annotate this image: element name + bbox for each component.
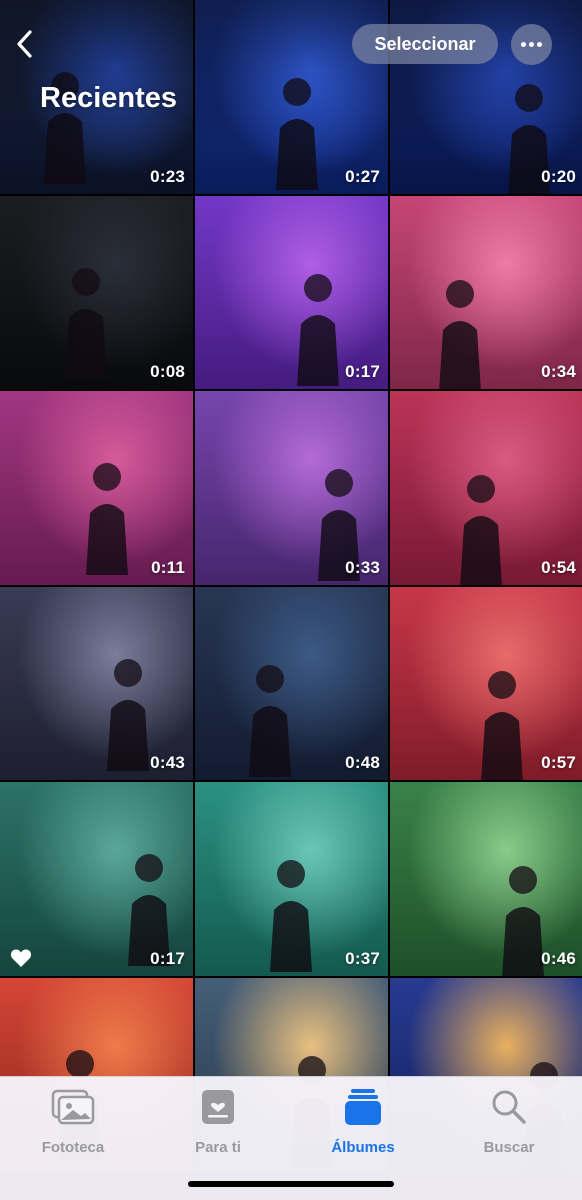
- photo-thumbnail[interactable]: 0:33: [195, 391, 388, 585]
- tab-label: Álbumes: [331, 1139, 395, 1156]
- performer-silhouette: [262, 70, 332, 194]
- tab-para-ti[interactable]: Para ti: [153, 1087, 283, 1157]
- video-duration: 0:20: [541, 166, 576, 186]
- video-duration: 0:57: [541, 753, 576, 772]
- tab-fototeca[interactable]: Fototeca: [8, 1087, 138, 1157]
- tab-label: Para ti: [195, 1139, 241, 1156]
- back-button[interactable]: [8, 24, 40, 64]
- photo-thumbnail[interactable]: 0:17: [195, 195, 388, 390]
- photo-thumbnail[interactable]: 0:34: [390, 195, 582, 389]
- tab-buscar[interactable]: Buscar: [444, 1087, 574, 1157]
- ellipsis-icon: [521, 42, 542, 47]
- video-duration: 0:33: [345, 557, 380, 577]
- video-duration: 0:17: [345, 362, 380, 381]
- video-duration: 0:37: [345, 948, 380, 968]
- more-button[interactable]: [511, 24, 552, 65]
- performer-silhouette: [283, 266, 353, 390]
- video-duration: 0:11: [151, 557, 185, 577]
- video-duration: 0:46: [541, 948, 576, 968]
- performer-silhouette: [446, 467, 516, 585]
- photo-library-icon: [50, 1087, 96, 1127]
- tab-label: Fototeca: [41, 1139, 105, 1156]
- photo-thumbnail[interactable]: 0:57: [390, 586, 582, 780]
- performer-silhouette: [256, 852, 326, 976]
- photo-thumbnail[interactable]: 0:46: [390, 782, 582, 976]
- heart-icon: [10, 948, 32, 968]
- performer-silhouette: [51, 260, 121, 385]
- video-duration: 0:17: [150, 948, 185, 968]
- photo-thumbnail[interactable]: 0:54: [390, 391, 582, 585]
- video-duration: 0:34: [541, 362, 576, 381]
- video-duration: 0:27: [345, 166, 380, 186]
- home-indicator: [188, 1181, 394, 1187]
- search-icon: [486, 1087, 532, 1127]
- video-duration: 0:48: [345, 753, 380, 772]
- photo-thumbnail[interactable]: 0:43: [0, 586, 193, 780]
- video-duration: 0:43: [150, 753, 185, 772]
- photo-thumbnail[interactable]: 0:11: [0, 391, 193, 585]
- chevron-left-icon: [17, 30, 32, 58]
- select-button[interactable]: Seleccionar: [352, 24, 498, 64]
- performer-silhouette: [425, 272, 495, 389]
- photo-grid: 0:23 0:27 0:20 0:08 0:17 0:34 0:11 0:33 0:54 0:43…: [0, 0, 582, 1200]
- photo-thumbnail[interactable]: 0:08: [0, 195, 193, 389]
- performer-silhouette: [467, 663, 537, 780]
- tab-albumes[interactable]: Álbumes: [298, 1087, 428, 1157]
- photo-thumbnail[interactable]: 0:17: [0, 782, 193, 976]
- page-title: Recientes: [40, 82, 178, 114]
- performer-silhouette: [235, 657, 305, 781]
- performer-silhouette: [72, 455, 142, 580]
- photo-thumbnail[interactable]: 0:48: [195, 586, 388, 781]
- photo-thumbnail[interactable]: 0:37: [195, 782, 388, 976]
- video-duration: 0:08: [150, 362, 185, 381]
- albums-icon: [340, 1087, 386, 1127]
- video-duration: 0:54: [541, 557, 576, 577]
- for-you-icon: [195, 1087, 241, 1127]
- video-duration: 0:23: [150, 166, 185, 186]
- tab-label: Buscar: [483, 1139, 535, 1156]
